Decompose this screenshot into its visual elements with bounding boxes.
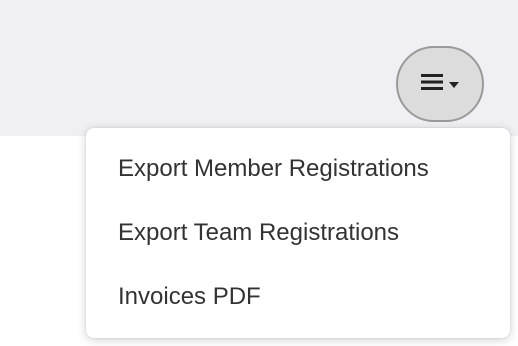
hamburger-icon [421,73,443,95]
export-team-registrations-item[interactable]: Export Team Registrations [118,218,399,248]
actions-dropdown-menu: Export Member Registrations Export Team … [86,128,510,338]
export-member-registrations-item[interactable]: Export Member Registrations [118,154,429,184]
actions-menu-button[interactable] [396,46,484,122]
invoices-pdf-item[interactable]: Invoices PDF [118,282,261,312]
page: Export Member Registrations Export Team … [0,0,518,346]
caret-down-icon [449,75,459,93]
menu-button-icons [421,73,459,95]
